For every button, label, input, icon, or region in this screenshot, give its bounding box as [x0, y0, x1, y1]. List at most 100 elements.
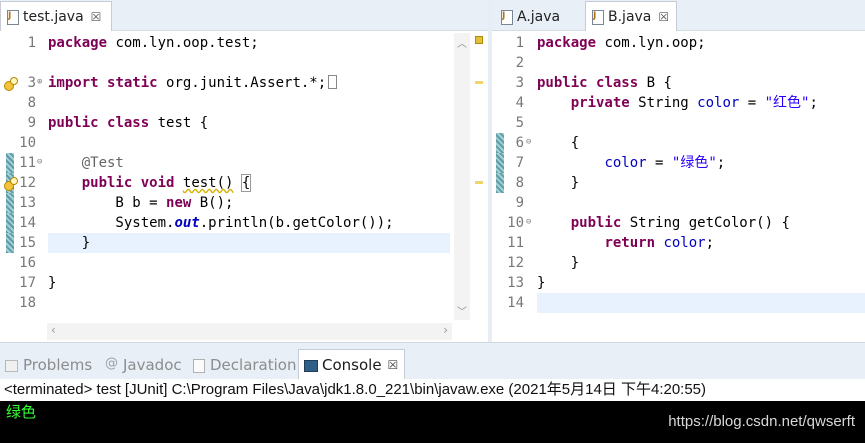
- code-line: 9 public class test {: [0, 113, 488, 133]
- collapse-icon[interactable]: ⊖: [526, 132, 531, 152]
- scroll-down-icon[interactable]: ﹀: [454, 303, 470, 318]
- code-line: 15 }: [0, 233, 488, 253]
- javadoc-icon: [104, 356, 118, 372]
- warning-summary-icon[interactable]: [475, 36, 483, 44]
- console-icon: [303, 358, 318, 372]
- code-line: 2: [492, 53, 865, 73]
- line-number: 16: [19, 255, 36, 271]
- console-status-line: <terminated> test [JUnit] C:\Program Fil…: [0, 379, 865, 401]
- right-editor-pane: A.java B.java ☒ 1 package com.lyn.oop; 2…: [492, 0, 865, 342]
- line-number: 14: [507, 295, 524, 311]
- code-line: 10: [0, 133, 488, 153]
- bottom-panel-tabbar: Problems Javadoc Declaration Console ☒: [0, 342, 865, 380]
- scroll-up-icon[interactable]: ︿: [454, 35, 470, 50]
- tab-console[interactable]: Console ☒: [298, 349, 406, 380]
- code-line: 12 public void test() {: [0, 173, 488, 193]
- code-text: public class B {: [537, 75, 672, 91]
- line-number: 3: [27, 75, 36, 91]
- line-number: 13: [507, 275, 524, 291]
- tab-label: Problems: [23, 356, 93, 374]
- tab-b-java[interactable]: B.java ☒: [585, 1, 677, 31]
- left-editor-pane: test.java ☒ 1 package com.lyn.oop.test; …: [0, 0, 488, 342]
- code-text: {: [537, 135, 580, 151]
- console-output-text: 绿色: [6, 403, 37, 421]
- code-text: }: [48, 275, 57, 291]
- line-number: 18: [19, 295, 36, 311]
- line-number: 8: [515, 175, 524, 191]
- code-text: System.out.println(b.getColor());: [48, 215, 394, 231]
- expand-icon[interactable]: ⊕: [37, 72, 42, 92]
- line-number: 10: [19, 135, 36, 151]
- left-horizontal-scrollbar[interactable]: ‹ ›: [47, 323, 452, 340]
- line-number: 1: [27, 35, 36, 51]
- tab-label: Javadoc: [123, 356, 182, 374]
- code-line: 18: [0, 293, 488, 313]
- code-text: B b = new B();: [48, 195, 234, 211]
- code-text: public String getColor() {: [570, 215, 790, 231]
- code-text: return color;: [604, 235, 715, 251]
- line-number: 9: [515, 195, 524, 211]
- code-text: public class test {: [48, 115, 209, 131]
- left-overview-ruler[interactable]: [472, 33, 486, 320]
- code-text: private String color = "红色";: [570, 95, 818, 111]
- problems-icon: [4, 358, 18, 372]
- code-line: 3 ⊕ import static org.junit.Assert.*;: [0, 73, 488, 93]
- code-text: }: [48, 235, 91, 251]
- code-text: package com.lyn.oop.test;: [48, 35, 259, 51]
- code-line: 8 }: [492, 173, 865, 193]
- code-text: import static org.junit.Assert.*;: [48, 73, 338, 93]
- code-line: 8: [0, 93, 488, 113]
- code-text: @Test: [48, 155, 124, 171]
- scroll-right-icon[interactable]: ›: [443, 323, 448, 337]
- code-line: 14 System.out.println(b.getColor());: [0, 213, 488, 233]
- close-icon[interactable]: ☒: [91, 10, 102, 24]
- overview-warning-mark[interactable]: [475, 181, 483, 184]
- console-output-area[interactable]: 绿色 https://blog.csdn.net/qwserft: [0, 401, 865, 443]
- left-vertical-scrollbar[interactable]: ︿ ﹀: [454, 33, 470, 320]
- code-line: 13 B b = new B();: [0, 193, 488, 213]
- tab-label: A.java: [517, 8, 561, 25]
- code-line: 17 }: [0, 273, 488, 293]
- tab-label: test.java: [23, 8, 84, 25]
- line-number: 8: [27, 95, 36, 111]
- left-editor-tabbar: test.java ☒: [0, 0, 488, 31]
- code-line: 1 package com.lyn.oop;: [492, 33, 865, 53]
- close-icon[interactable]: ☒: [388, 358, 399, 372]
- line-number: 10: [507, 215, 524, 231]
- code-line: 16: [0, 253, 488, 273]
- code-line: 4 private String color = "红色";: [492, 93, 865, 113]
- line-number: 5: [515, 115, 524, 131]
- line-number: 11: [507, 235, 524, 251]
- code-line: 11 ⊖ @Test: [0, 153, 488, 173]
- line-number: 11: [19, 155, 36, 171]
- scroll-left-icon[interactable]: ‹: [51, 323, 56, 337]
- code-line: 6 ⊖ {: [492, 133, 865, 153]
- code-text: }: [537, 255, 580, 271]
- left-code-area[interactable]: 1 package com.lyn.oop.test; 3 ⊕ import s…: [0, 33, 488, 320]
- line-number: 1: [515, 35, 524, 51]
- tab-test-java[interactable]: test.java ☒: [0, 1, 112, 31]
- collapse-icon[interactable]: ⊖: [526, 212, 531, 232]
- tab-problems[interactable]: Problems: [0, 351, 92, 379]
- collapse-icon[interactable]: ⊖: [37, 152, 42, 172]
- code-line: 7 color = "绿色";: [492, 153, 865, 173]
- code-text: }: [537, 275, 546, 291]
- right-code-area[interactable]: 1 package com.lyn.oop; 2 3 public class …: [492, 33, 865, 320]
- code-line: 3 public class B {: [492, 73, 865, 93]
- code-line: 11 return color;: [492, 233, 865, 253]
- overview-warning-mark[interactable]: [475, 81, 483, 84]
- declaration-icon: [191, 358, 205, 373]
- tab-javadoc[interactable]: Javadoc: [100, 351, 182, 379]
- java-file-icon: [499, 9, 513, 25]
- close-icon[interactable]: ☒: [658, 10, 669, 24]
- code-line: 12 }: [492, 253, 865, 273]
- line-number: 12: [507, 255, 524, 271]
- code-line: 5: [492, 113, 865, 133]
- code-text: public void test() {: [81, 174, 252, 192]
- java-file-icon: [5, 9, 19, 25]
- tab-a-java[interactable]: A.java: [495, 2, 585, 31]
- line-number: 7: [515, 155, 524, 171]
- line-number: 15: [19, 235, 36, 251]
- tab-declaration[interactable]: Declaration: [187, 351, 296, 379]
- line-number: 13: [19, 195, 36, 211]
